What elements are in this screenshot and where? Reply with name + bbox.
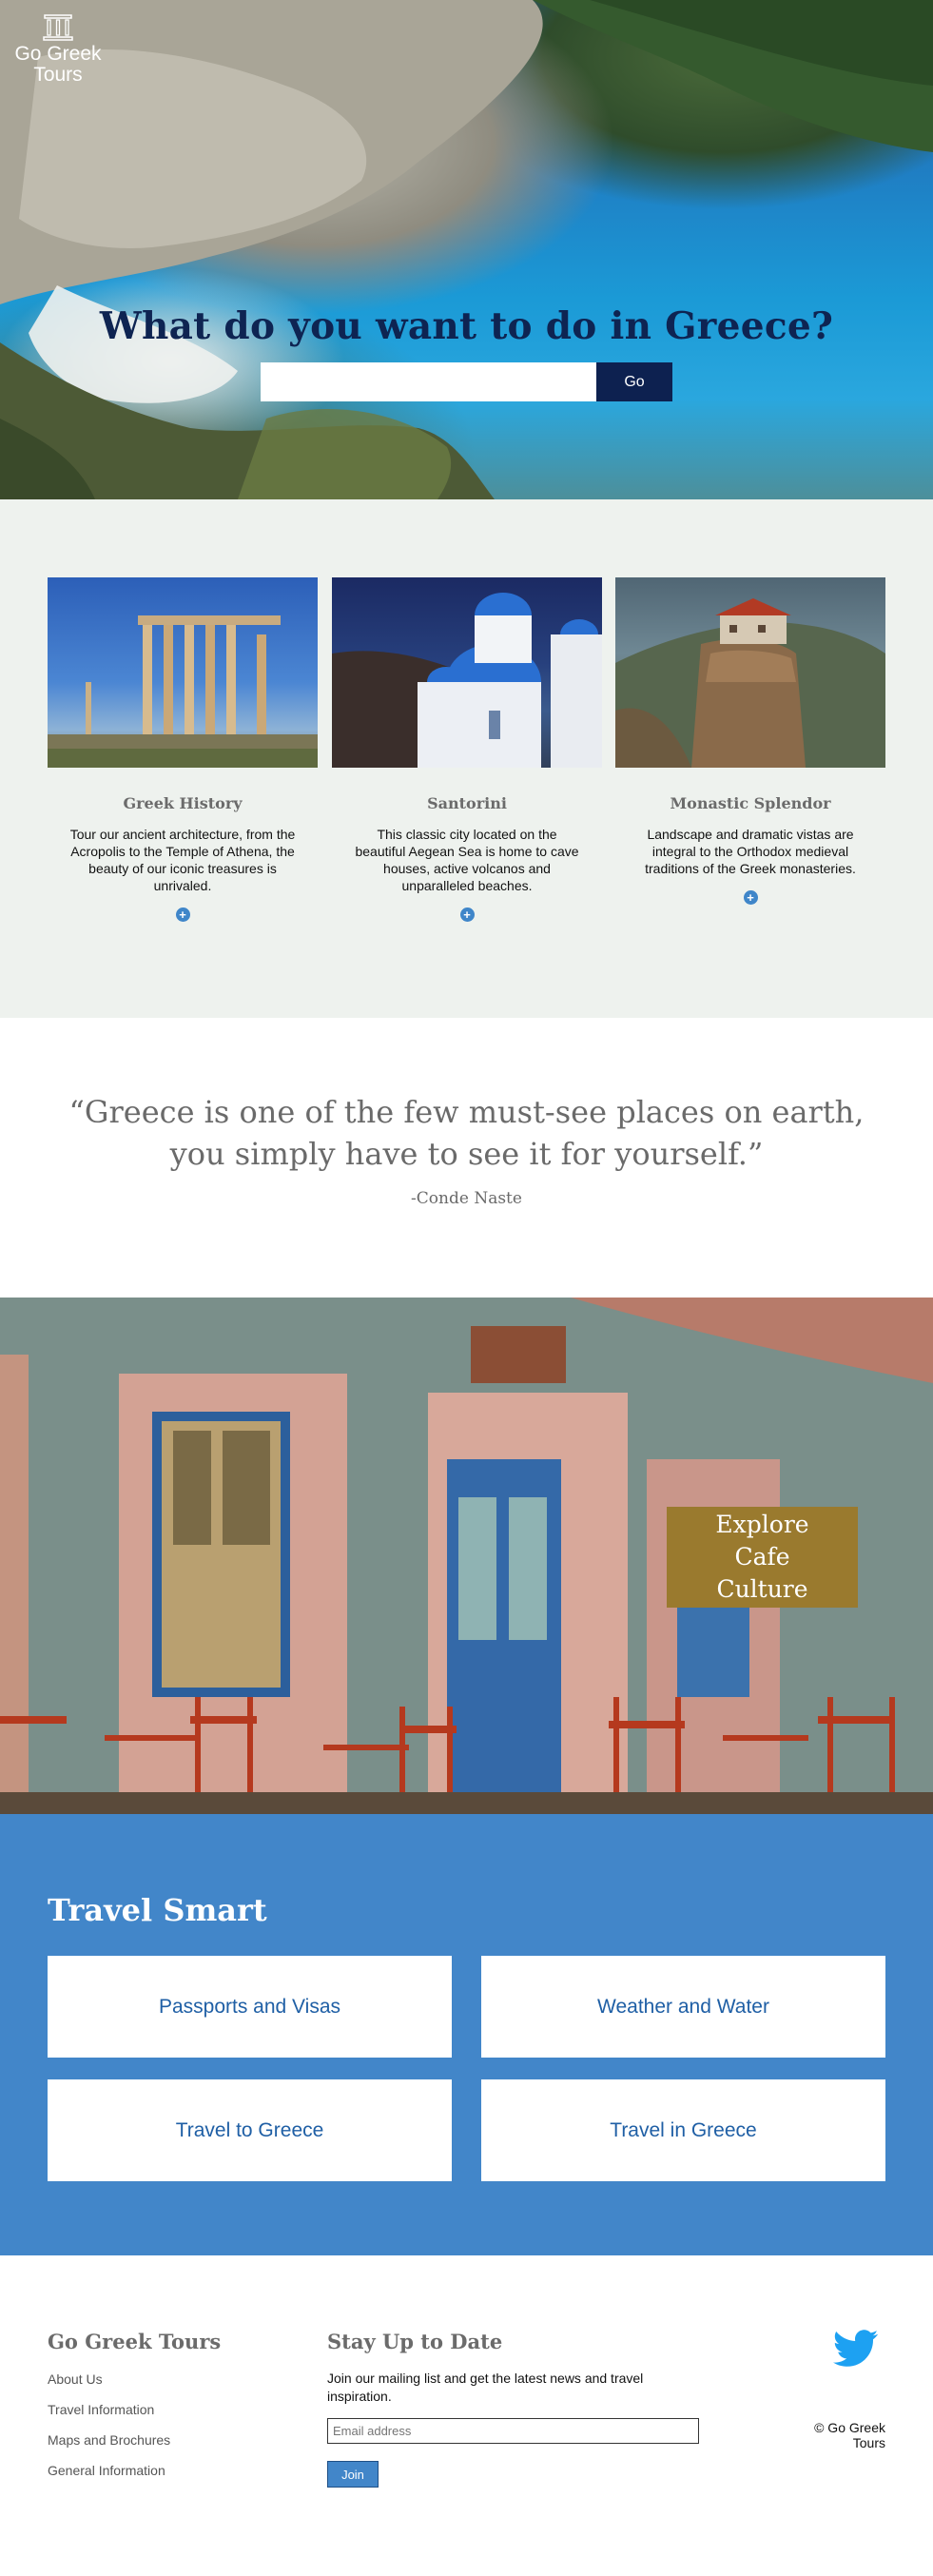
travel-smart-title: Travel Smart xyxy=(48,1892,267,1928)
feature-card-greek-history: Greek History Tour our ancient architect… xyxy=(48,577,318,924)
copyright-text: © Go Greek Tours xyxy=(814,2420,885,2450)
travel-to-greece-tile[interactable]: Travel to Greece xyxy=(48,2079,452,2181)
feature-card-santorini: Santorini This classic city located on t… xyxy=(332,577,602,924)
site-logo[interactable]: Go Greek Tours xyxy=(13,13,103,86)
hero-title: What do you want to do in Greece? xyxy=(99,304,834,348)
footer-link-travel-information[interactable]: Travel Information xyxy=(48,2402,154,2417)
plus-circle-icon[interactable]: + xyxy=(175,907,190,922)
monastic-splendor-image[interactable] xyxy=(615,577,885,768)
weather-and-water-tile[interactable]: Weather and Water xyxy=(481,1956,885,2058)
feature-title: Greek History xyxy=(123,794,243,812)
column-icon xyxy=(43,14,73,41)
passports-and-visas-tile[interactable]: Passports and Visas xyxy=(48,1956,452,2058)
twitter-icon[interactable] xyxy=(833,2330,879,2368)
go-button[interactable]: Go xyxy=(596,362,672,401)
quote-text: “Greece is one of the few must-see place… xyxy=(68,1094,865,1172)
feature-description: Landscape and dramatic vistas are integr… xyxy=(645,827,856,876)
feature-description: Tour our ancient architecture, from the … xyxy=(69,827,296,893)
logo-line-2: Tours xyxy=(33,64,83,86)
footer-brand-heading: Go Greek Tours xyxy=(48,2330,222,2353)
newsletter-heading: Stay Up to Date xyxy=(327,2330,503,2353)
hero-background-image xyxy=(0,0,933,499)
quote-attribution: -Conde Naste xyxy=(411,1189,522,1208)
newsletter-description: Join our mailing list and get the latest… xyxy=(327,2371,644,2404)
email-field[interactable] xyxy=(327,2418,699,2444)
travel-in-greece-tile[interactable]: Travel in Greece xyxy=(481,2079,885,2181)
features-section: Greek History Tour our ancient architect… xyxy=(0,499,933,1018)
feature-title: Monastic Splendor xyxy=(670,794,831,812)
plus-circle-icon[interactable]: + xyxy=(743,890,758,905)
hero-section: Go Greek Tours What do you want to do in… xyxy=(0,0,933,499)
feature-description: This classic city located on the beautif… xyxy=(355,827,579,893)
santorini-image[interactable] xyxy=(332,577,602,768)
feature-title: Santorini xyxy=(427,794,507,812)
explore-cafe-culture-button[interactable]: Explore Cafe Culture xyxy=(667,1507,858,1608)
search-input[interactable] xyxy=(261,362,596,401)
greek-history-image[interactable] xyxy=(48,577,318,768)
site-footer: Go Greek Tours About Us Travel Informati… xyxy=(0,2255,933,2576)
quote-section: “Greece is one of the few must-see place… xyxy=(0,1018,933,1298)
plus-circle-icon[interactable]: + xyxy=(459,907,475,922)
footer-link-about-us[interactable]: About Us xyxy=(48,2371,103,2387)
logo-line-1: Go Greek xyxy=(14,43,102,65)
cafe-section: Explore Cafe Culture xyxy=(0,1298,933,1814)
join-button[interactable]: Join xyxy=(327,2461,379,2488)
footer-link-maps-and-brochures[interactable]: Maps and Brochures xyxy=(48,2432,170,2448)
feature-card-monastic-splendor: Monastic Splendor Landscape and dramatic… xyxy=(615,577,885,907)
footer-link-general-information[interactable]: General Information xyxy=(48,2463,165,2478)
travel-smart-section: Travel Smart Passports and Visas Weather… xyxy=(0,1814,933,2255)
